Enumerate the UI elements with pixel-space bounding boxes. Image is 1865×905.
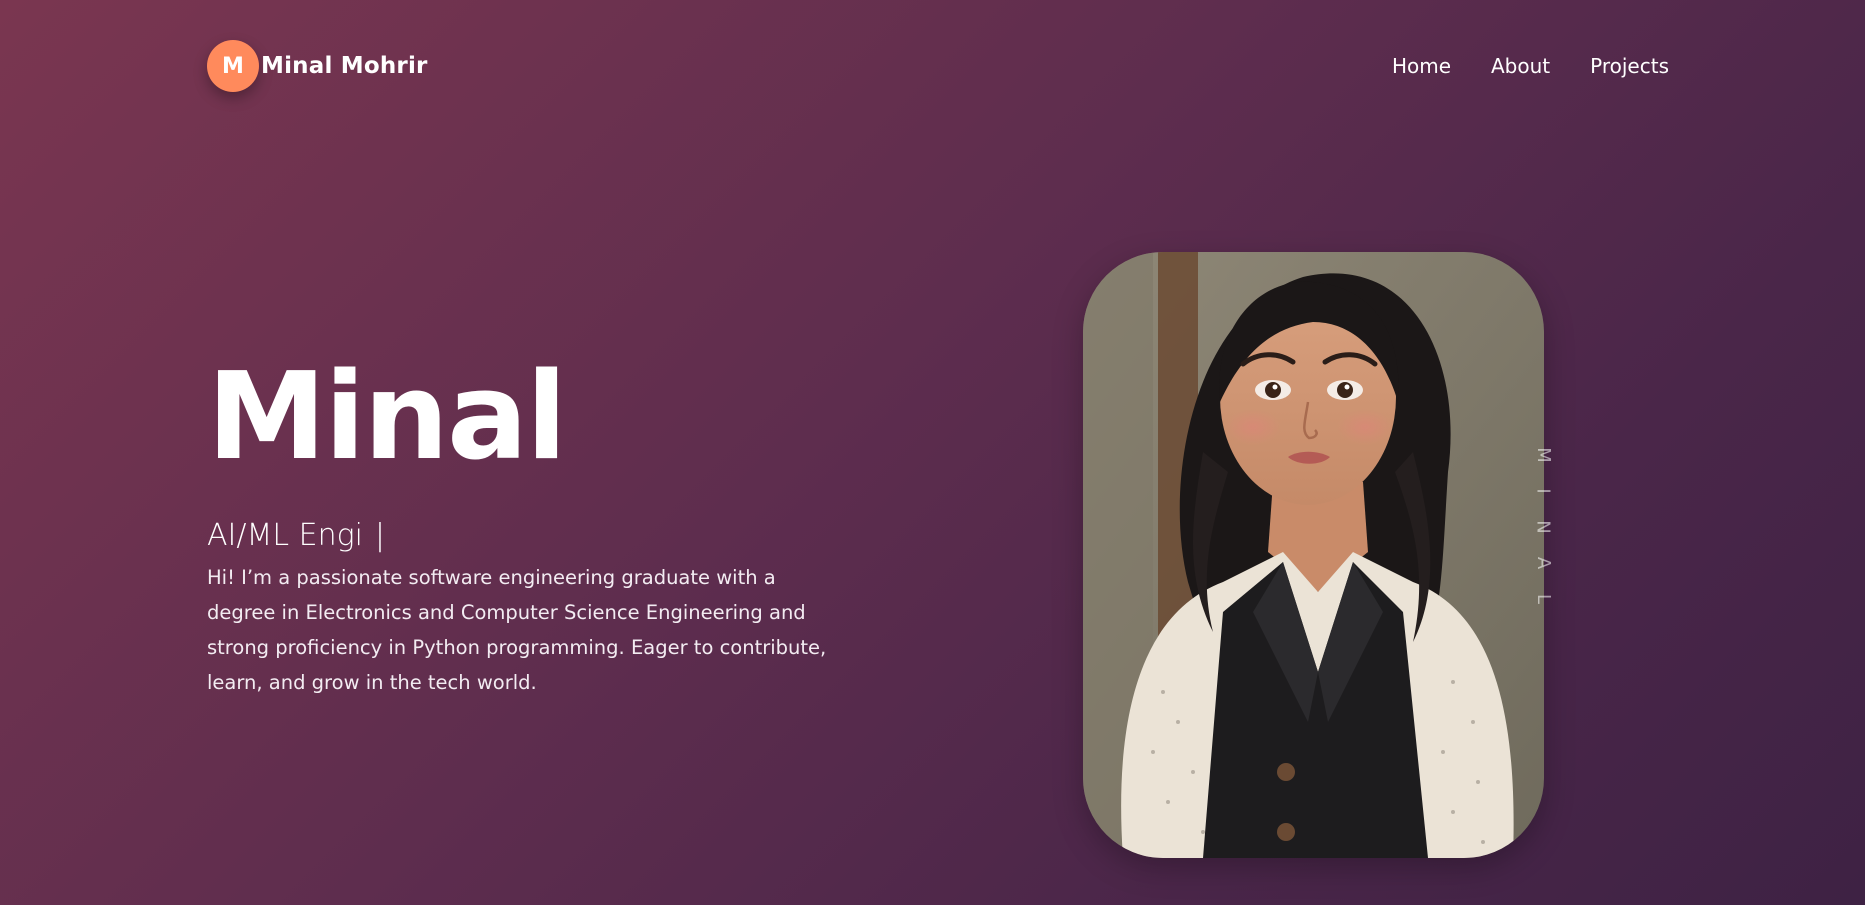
hero-name: Minal — [207, 348, 567, 487]
site-header: M Minal Mohrir Home About Projects — [207, 40, 1669, 92]
nav-link-home[interactable]: Home — [1392, 54, 1451, 78]
vertical-letter: L — [1533, 593, 1554, 605]
typing-cursor: | — [374, 518, 386, 553]
nav-link-about[interactable]: About — [1491, 54, 1550, 78]
vertical-letter: I — [1533, 488, 1554, 494]
brand[interactable]: M Minal Mohrir — [207, 40, 428, 92]
portrait-image — [1083, 252, 1544, 858]
portrait-illustration — [1083, 252, 1544, 858]
vertical-name-text: M I N A L — [1532, 446, 1554, 608]
logo-badge[interactable]: M — [207, 40, 259, 92]
main-nav: Home About Projects — [1392, 54, 1669, 78]
vertical-letter: M — [1533, 447, 1554, 463]
role-typed-text: AI/ML Engi — [207, 518, 363, 553]
nav-link-projects[interactable]: Projects — [1590, 54, 1669, 78]
role-line: AI/ML Engi | — [207, 518, 385, 553]
vertical-letter: A — [1532, 556, 1554, 570]
brand-name[interactable]: Minal Mohrir — [261, 53, 428, 79]
vertical-letter: N — [1533, 520, 1554, 534]
bio-paragraph: Hi! I’m a passionate software engineerin… — [207, 566, 827, 694]
